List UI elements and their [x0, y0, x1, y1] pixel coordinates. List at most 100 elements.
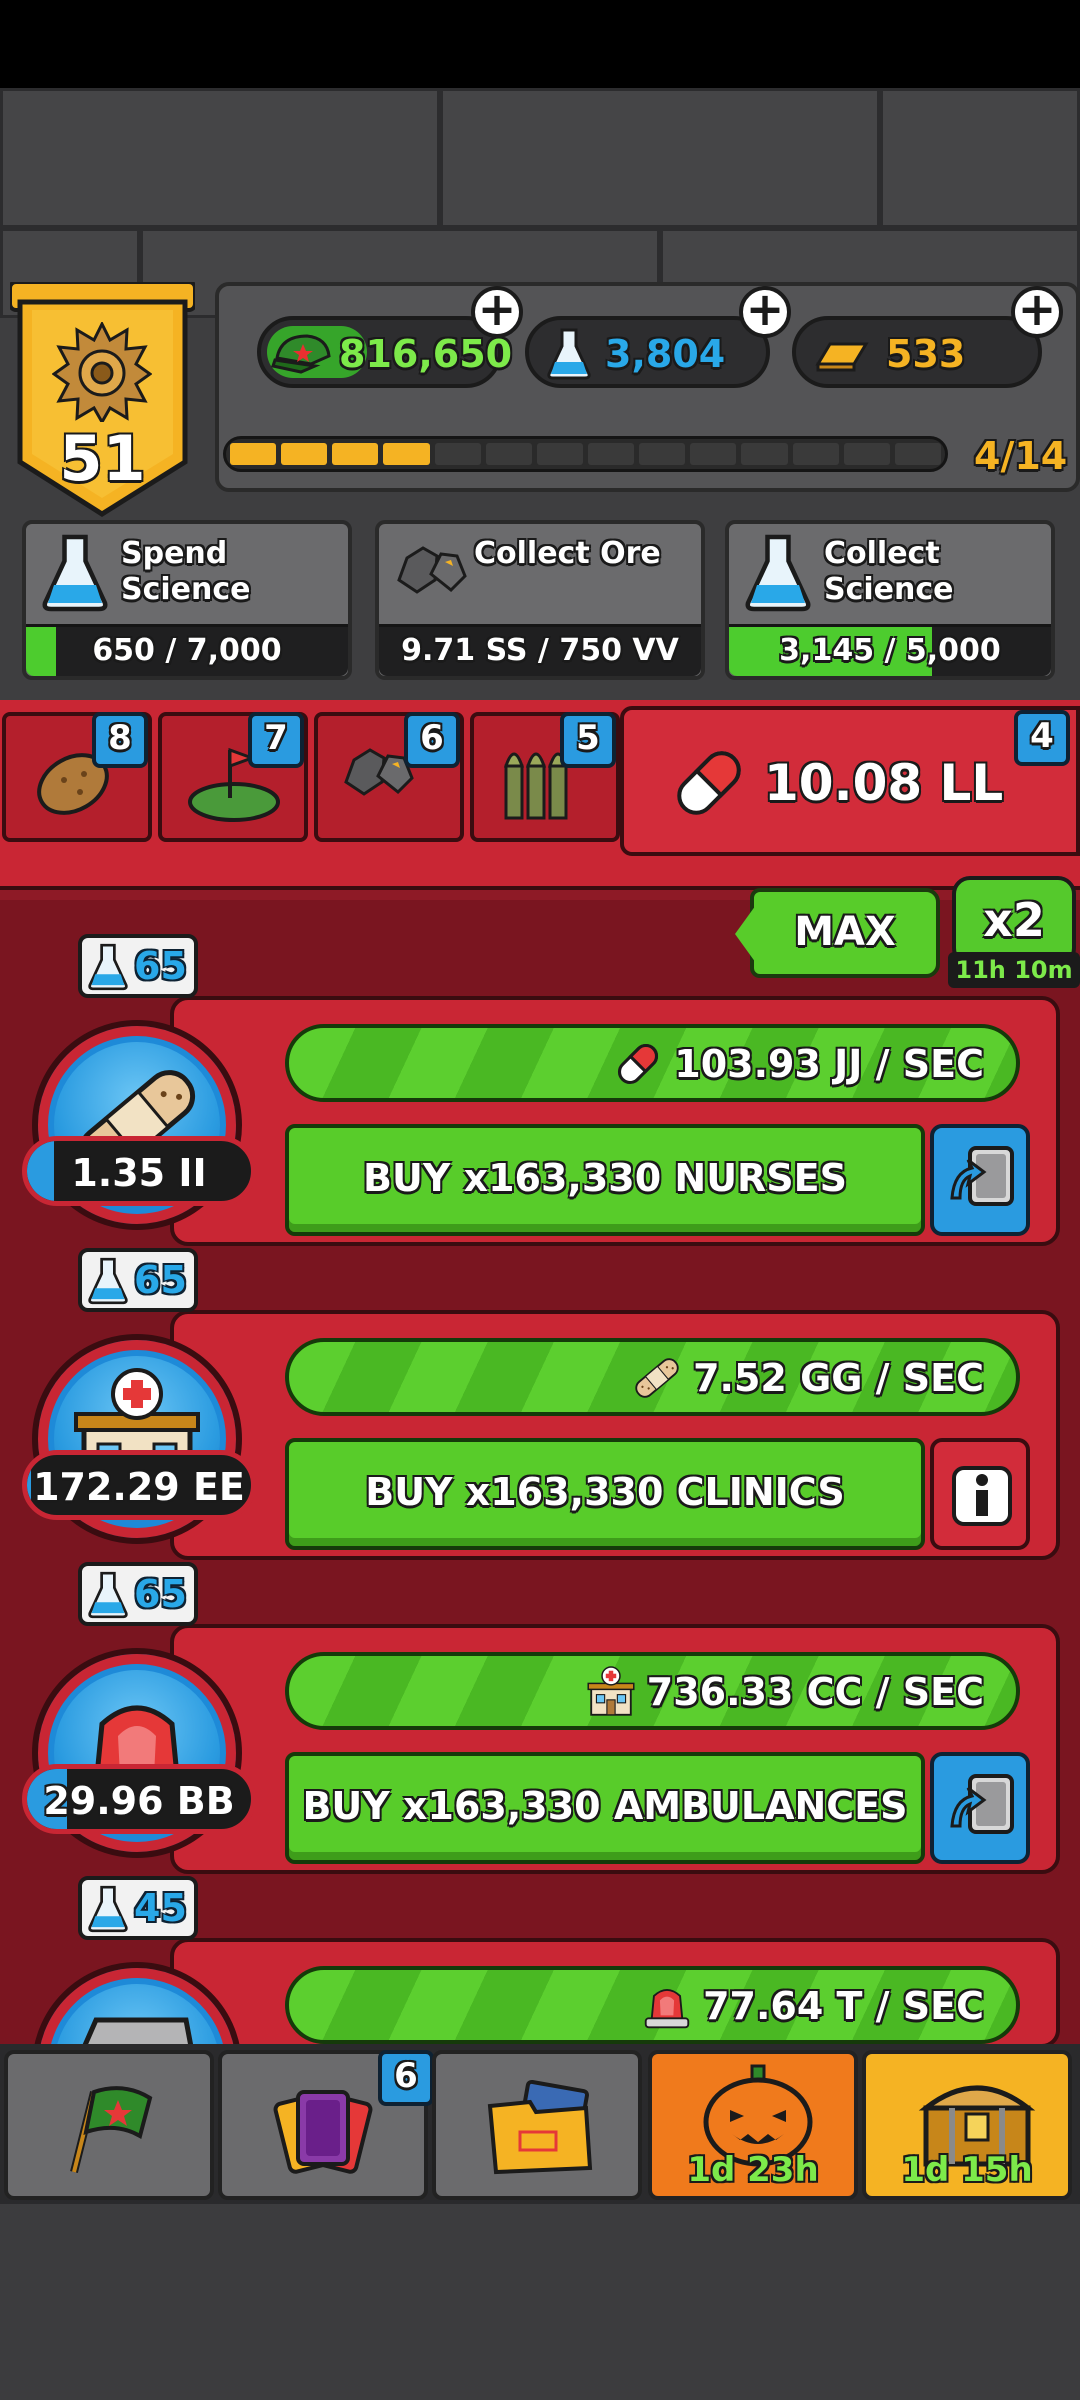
- selected-resource-amount: 10.08 LL: [764, 754, 1004, 812]
- quest-progress-text: 650 / 7,000: [92, 633, 282, 668]
- xp-progress-text: 4/14: [974, 434, 1068, 478]
- pill-icon: [677, 751, 741, 815]
- resource-tab[interactable]: 6: [314, 712, 464, 842]
- quest-title-line: Science: [121, 572, 251, 607]
- science-flask-icon: [40, 534, 110, 616]
- selected-resource-tab[interactable]: 10.08 LL 4: [620, 706, 1080, 856]
- xp-segment: [383, 443, 430, 465]
- cash-value: 816,650: [339, 332, 513, 376]
- info-icon: [952, 1466, 1012, 1530]
- nav-badge: 6: [378, 2050, 434, 2106]
- buy-button-label: BUY x163,330 AMBULANCES: [302, 1784, 908, 1828]
- resource-tab[interactable]: 5: [470, 712, 620, 842]
- buy-max-button[interactable]: MAX: [750, 888, 940, 978]
- quest-card[interactable]: Collect Ore 9.71 SS / 750 VV: [375, 520, 705, 680]
- tab-badge: 7: [248, 712, 304, 768]
- bandage-icon: [629, 1350, 685, 1410]
- buy-button[interactable]: BUY x163,330 CLINICS: [285, 1438, 925, 1550]
- upgrade-card-button[interactable]: [930, 1752, 1030, 1864]
- tab-badge: 5: [560, 712, 616, 768]
- science-cost-tag: 45: [78, 1876, 198, 1940]
- add-science-button[interactable]: +: [739, 286, 791, 338]
- flag-icon: [54, 2072, 164, 2186]
- production-rate-bar: 77.64 T / SEC: [285, 1966, 1020, 2044]
- science-flask-icon: [547, 328, 591, 380]
- xp-segment: [894, 443, 941, 465]
- quest-card[interactable]: Spend Science 650 / 7,000: [22, 520, 352, 680]
- science-flask-icon: [88, 1570, 128, 1624]
- nav-button[interactable]: 6: [218, 2050, 434, 2200]
- tab-divider: [0, 856, 1080, 890]
- info-button[interactable]: [930, 1438, 1030, 1550]
- clinic-icon: [583, 1664, 639, 1724]
- quest-card[interactable]: Collect Science 3,145 / 5,000: [725, 520, 1055, 680]
- gold-bar-icon: [815, 342, 869, 372]
- currency-panel: 816,650 + 3,804 + 533 + 4/14: [215, 282, 1080, 492]
- army-cap-icon: [271, 334, 331, 374]
- siren-icon: [639, 1978, 695, 2038]
- xp-segment: [639, 443, 686, 465]
- bottom-metal-background: [0, 2200, 1080, 2400]
- quest-title-line: Science: [824, 572, 954, 607]
- xp-segment: [281, 443, 328, 465]
- science-cost-value: 65: [134, 1258, 187, 1302]
- science-flask-icon: [88, 942, 128, 996]
- quest-progress-bar: 9.71 SS / 750 VV: [379, 624, 701, 676]
- gold-value: 533: [886, 332, 966, 376]
- bottom-navigation: 6 1d 23h 1d 15h: [0, 2044, 1080, 2204]
- xp-segment: [741, 443, 788, 465]
- tab-badge: 8: [92, 712, 148, 768]
- xp-progress-bar: [223, 436, 948, 472]
- science-pill[interactable]: 3,804: [525, 316, 770, 388]
- production-rate-text: 7.52 GG / SEC: [693, 1356, 984, 1400]
- add-gold-button[interactable]: +: [1011, 286, 1063, 338]
- pill-icon: [610, 1036, 666, 1096]
- quest-title: Collect Science: [824, 536, 954, 608]
- owned-count: 29.96 BB: [22, 1764, 256, 1834]
- cash-pill[interactable]: 816,650: [257, 316, 512, 388]
- selected-tab-badge: 4: [1014, 710, 1070, 766]
- resource-tab[interactable]: 7: [158, 712, 308, 842]
- xp-segment: [843, 443, 890, 465]
- gold-pill[interactable]: 533: [792, 316, 1042, 388]
- production-rate-text: 103.93 JJ / SEC: [674, 1042, 984, 1086]
- nav-button[interactable]: [432, 2050, 642, 2200]
- xp-segment: [792, 443, 839, 465]
- quest-title-line: Collect: [824, 536, 940, 571]
- buy-button[interactable]: BUY x163,330 NURSES: [285, 1124, 925, 1236]
- science-cost-tag: 65: [78, 1562, 198, 1626]
- science-value: 3,804: [605, 332, 726, 376]
- owned-count-text: 1.35 II: [71, 1151, 207, 1195]
- quest-progress-text: 3,145 / 5,000: [779, 633, 1001, 668]
- owned-count: 1.35 II: [22, 1136, 256, 1206]
- science-flask-icon: [88, 1256, 128, 1310]
- upgrade-card-button[interactable]: [930, 1124, 1030, 1236]
- production-rate-text: 77.64 T / SEC: [703, 1984, 984, 2028]
- science-cost-value: 45: [134, 1886, 187, 1930]
- ore-icon: [393, 534, 469, 602]
- level-banner[interactable]: 51: [8, 280, 197, 522]
- xp-segment: [230, 443, 277, 465]
- buy-button[interactable]: BUY x163,330 AMBULANCES: [285, 1752, 925, 1864]
- production-rate-bar: 7.52 GG / SEC: [285, 1338, 1020, 1416]
- quest-progress-bar: 650 / 7,000: [26, 624, 348, 676]
- science-cost-value: 65: [134, 1572, 187, 1616]
- science-flask-icon: [743, 534, 813, 616]
- status-bar: [0, 0, 1080, 88]
- xp-segment: [690, 443, 737, 465]
- xp-segment: [485, 443, 532, 465]
- owned-count: 172.29 EE: [22, 1450, 256, 1520]
- production-rate-bar: 103.93 JJ / SEC: [285, 1024, 1020, 1102]
- quest-title-line: Spend: [121, 536, 228, 571]
- nav-button[interactable]: 1d 15h: [862, 2050, 1072, 2200]
- quest-title-line: Collect Ore: [474, 536, 661, 571]
- gear-badge-icon: [52, 322, 152, 422]
- nav-button[interactable]: 1d 23h: [648, 2050, 858, 2200]
- add-cash-button[interactable]: +: [471, 286, 523, 338]
- quest-progress-bar: 3,145 / 5,000: [729, 624, 1051, 676]
- nav-button[interactable]: [4, 2050, 214, 2200]
- x2-boost-timer: 11h 10m: [948, 952, 1080, 988]
- max-button-arrow: [735, 898, 761, 970]
- resource-tab[interactable]: 8: [2, 712, 152, 842]
- player-level: 51: [59, 422, 146, 495]
